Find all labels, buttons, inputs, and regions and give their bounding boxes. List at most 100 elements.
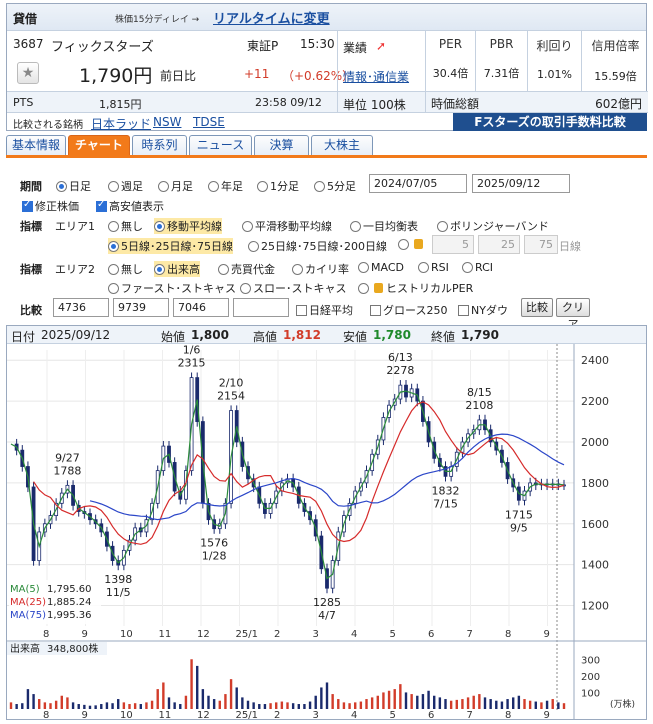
pts-label: PTS [13, 96, 34, 109]
ma-custom-2[interactable]: 25 [478, 235, 520, 254]
volume-bar [303, 704, 306, 709]
metric-value: 1.01% [537, 68, 572, 81]
date-from-input[interactable]: 2024/07/05 [369, 174, 467, 193]
volume-bar [246, 700, 250, 709]
ma-legend-value: 1,885.24 [47, 597, 92, 608]
tab-earnings[interactable]: 決算 [254, 135, 309, 155]
compare-code-1[interactable]: 4736 [53, 298, 109, 317]
x-tick-label: 5 [390, 629, 396, 640]
area2-none[interactable]: 無し [108, 261, 143, 277]
tab-basic-info[interactable]: 基本情報 [6, 135, 66, 155]
tab-news[interactable]: ニュース [189, 135, 252, 155]
period-daily[interactable]: 日足 [56, 178, 91, 194]
period-yearly[interactable]: 年足 [208, 178, 243, 194]
ma-5-25-75[interactable]: 5日線･25日線･75日線 [108, 238, 233, 254]
compare-code-3[interactable]: 7046 [173, 298, 229, 317]
area1-ichimoku[interactable]: 一目均衡表 [350, 218, 418, 234]
radio-icon [358, 262, 369, 273]
x-tick-label: 10 [120, 629, 133, 640]
area2-slow-stoch[interactable]: スロー･ストキャス [240, 280, 347, 296]
period-1min[interactable]: 1分足 [257, 178, 299, 194]
radio-icon [108, 283, 119, 294]
tab-chart[interactable]: チャート [68, 135, 130, 155]
area1-moving-average[interactable]: 移動平均線 [154, 218, 222, 234]
compare-nikkei[interactable]: 日経平均 [296, 302, 353, 318]
volume-bar [449, 700, 453, 709]
volume-x-tick-label: 25/1 [236, 710, 258, 719]
volume-bar [71, 702, 75, 709]
compare-growth250[interactable]: グロース250 [370, 302, 447, 318]
volume-bar [478, 694, 481, 709]
ma-custom[interactable] [398, 238, 426, 251]
volume-bar [224, 694, 227, 709]
area2-fast-stoch[interactable]: ファースト･ストキャス [108, 280, 236, 296]
compare-code-2[interactable]: 9739 [113, 298, 169, 317]
annotation-date: 1/6 [183, 344, 201, 357]
volume-bar [393, 689, 396, 709]
period-monthly[interactable]: 月足 [158, 178, 193, 194]
comparison-label: 比較される銘柄 [13, 120, 83, 131]
volume-bar [212, 699, 216, 709]
period-option-label: 月足 [171, 180, 193, 193]
realtime-link[interactable]: リアルタイムに変更 [213, 8, 330, 27]
volume-bar [534, 701, 537, 709]
volume-x-tick-label: 10 [120, 710, 133, 719]
volume-bar [117, 699, 120, 709]
x-tick-label: 3 [313, 629, 319, 640]
area2-option-label: RCI [475, 261, 494, 274]
area1-bollinger[interactable]: ボリンジャーバンド [437, 218, 549, 234]
fee-comparison-banner[interactable]: Fスターズの取引手数料比較 [453, 113, 647, 131]
compare-button[interactable]: 比較 [521, 298, 553, 317]
x-tick-label: 25/1 [236, 629, 258, 640]
volume-unit: (万株) [610, 698, 635, 710]
radio-icon [154, 221, 165, 232]
comparison-link[interactable]: 日本ラッド [91, 115, 151, 132]
industry-link[interactable]: 情報･通信業 [343, 68, 409, 85]
area2-deviation[interactable]: カイリ率 [292, 261, 349, 277]
area1-label: エリア1 [55, 220, 95, 233]
volume-x-tick-label: 12 [197, 710, 210, 719]
ma-25-75-200[interactable]: 25日線･75日線･200日線 [248, 238, 387, 254]
volume-bar [83, 704, 86, 709]
radio-icon [350, 221, 361, 232]
compare-label: 比較 [20, 304, 42, 317]
area2-volume[interactable]: 出来高 [154, 261, 200, 277]
date-to-input[interactable]: 2025/09/12 [472, 174, 570, 193]
period-weekly[interactable]: 週足 [108, 178, 143, 194]
adjusted-price-checkbox[interactable]: 修正株価 [22, 198, 79, 214]
ma-custom-3[interactable]: 75 [524, 235, 558, 254]
ma-custom-1[interactable]: 5 [432, 235, 474, 254]
comparison-link[interactable]: TDSE [193, 115, 225, 129]
compare-nydow[interactable]: NYダウ [458, 302, 508, 318]
area2-rsi[interactable]: RSI [418, 261, 449, 274]
compare-code-4[interactable] [233, 298, 289, 317]
favorite-star-icon[interactable]: ★ [17, 62, 39, 84]
area1-none[interactable]: 無し [108, 218, 143, 234]
tab-history[interactable]: 時系列 [132, 135, 187, 155]
area2-rci[interactable]: RCI [462, 261, 493, 274]
area2-turnover[interactable]: 売買代金 [218, 261, 275, 277]
y-tick-label: 2000 [581, 436, 609, 449]
period-5min[interactable]: 5分足 [314, 178, 356, 194]
volume-bar [365, 699, 368, 709]
volume-bar [275, 702, 278, 709]
volume-bar [77, 704, 80, 709]
x-tick-label: 11 [159, 629, 172, 640]
chart-canvas[interactable]: 1200140016001800200022002400889910101111… [7, 344, 646, 719]
area2-historical-per[interactable]: ヒストリカルPER [358, 280, 473, 296]
area2-macd[interactable]: MACD [358, 261, 404, 274]
y-tick-label: 2400 [581, 354, 609, 367]
area2-option-label: ヒストリカルPER [386, 282, 474, 295]
radio-icon [437, 221, 448, 232]
comparison-link[interactable]: NSW [153, 115, 181, 129]
annotation-date: 4/7 [318, 609, 336, 622]
tab-shareholders[interactable]: 大株主 [311, 135, 373, 155]
area1-smoothed-ma[interactable]: 平滑移動平均線 [242, 218, 332, 234]
period-label: 期間 [20, 180, 42, 193]
clear-button[interactable]: クリア [556, 298, 590, 331]
volume-bar [122, 702, 126, 709]
radio-icon [108, 264, 119, 275]
hilo-checkbox[interactable]: 高安値表示 [96, 198, 164, 214]
annotation-date: 1/28 [202, 550, 227, 563]
exchange: 東証P [247, 39, 279, 53]
